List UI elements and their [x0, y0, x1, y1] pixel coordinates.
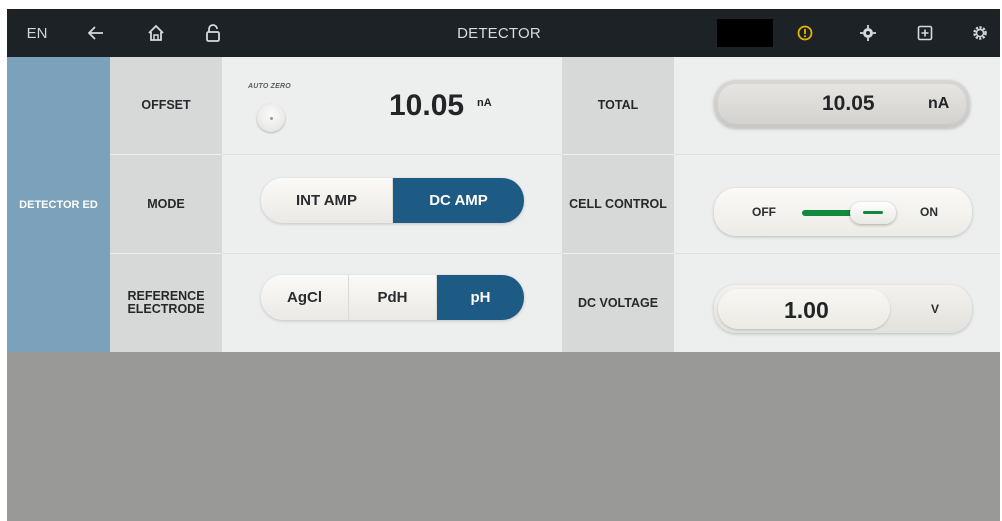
row-divider	[222, 154, 562, 155]
total-display: 10.05 nA	[714, 80, 970, 128]
home-icon[interactable]	[143, 9, 169, 57]
offset-label: OFFSET	[110, 57, 222, 154]
dc-voltage-label: DC VOLTAGE	[562, 254, 674, 352]
reference-electrode-label: REFERENCE ELECTRODE	[110, 254, 222, 352]
mode-int-amp-button[interactable]: INT AMP	[261, 178, 393, 223]
cell-control-toggle[interactable]: OFF ON	[714, 188, 972, 236]
toggle-knob[interactable]	[850, 202, 896, 224]
language-button[interactable]: EN	[19, 9, 55, 57]
mode-dc-amp-button[interactable]: DC AMP	[393, 178, 524, 223]
cell-off-label: OFF	[752, 205, 776, 219]
mode-selector: INT AMP DC AMP	[261, 178, 524, 223]
cell-on-label: ON	[920, 205, 938, 219]
dc-voltage-control: 1.00 V	[714, 285, 972, 333]
sidebar-item-label: DETECTOR ED	[19, 198, 98, 211]
row-divider	[674, 253, 1000, 254]
reference-agcl-button[interactable]: AgCl	[261, 275, 349, 320]
plus-box-icon[interactable]	[912, 9, 938, 57]
top-bar: EN DETECTOR	[7, 9, 1000, 57]
auto-zero-button[interactable]	[257, 104, 285, 132]
unlock-icon[interactable]	[200, 9, 226, 57]
offset-value: 10.05	[389, 89, 465, 122]
reference-pdh-button[interactable]: PdH	[349, 275, 437, 320]
reference-electrode-selector: AgCl PdH pH	[261, 275, 524, 320]
dc-voltage-value: 1.00	[784, 297, 829, 323]
cell-control-label: CELL CONTROL	[562, 155, 674, 253]
alert-icon[interactable]	[792, 9, 818, 57]
dc-voltage-input[interactable]: 1.00	[718, 289, 890, 329]
target-icon[interactable]	[855, 9, 881, 57]
back-arrow-icon[interactable]	[83, 9, 109, 57]
row-divider	[674, 154, 1000, 155]
redacted-box	[717, 19, 773, 47]
detector-panel: DETECTOR ED OFFSET MODE REFERENCE ELECTR…	[7, 57, 1000, 352]
total-label: TOTAL	[562, 57, 674, 154]
detector-screen: EN DETECTOR DETECTOR ED OFFSET MODE REFE…	[7, 9, 1000, 521]
page-title: DETECTOR	[457, 24, 541, 42]
row-divider	[222, 253, 562, 254]
total-value: 10.05	[822, 92, 875, 115]
sidebar-item-detector-ed[interactable]: DETECTOR ED	[7, 57, 110, 352]
gear-icon[interactable]	[967, 9, 993, 57]
auto-zero-label: AUTO ZERO	[248, 83, 291, 90]
mode-label: MODE	[110, 155, 222, 253]
reference-ph-button[interactable]: pH	[437, 275, 524, 320]
dc-voltage-unit: V	[931, 302, 940, 316]
offset-unit: nA	[477, 97, 492, 109]
total-unit: nA	[928, 95, 950, 112]
